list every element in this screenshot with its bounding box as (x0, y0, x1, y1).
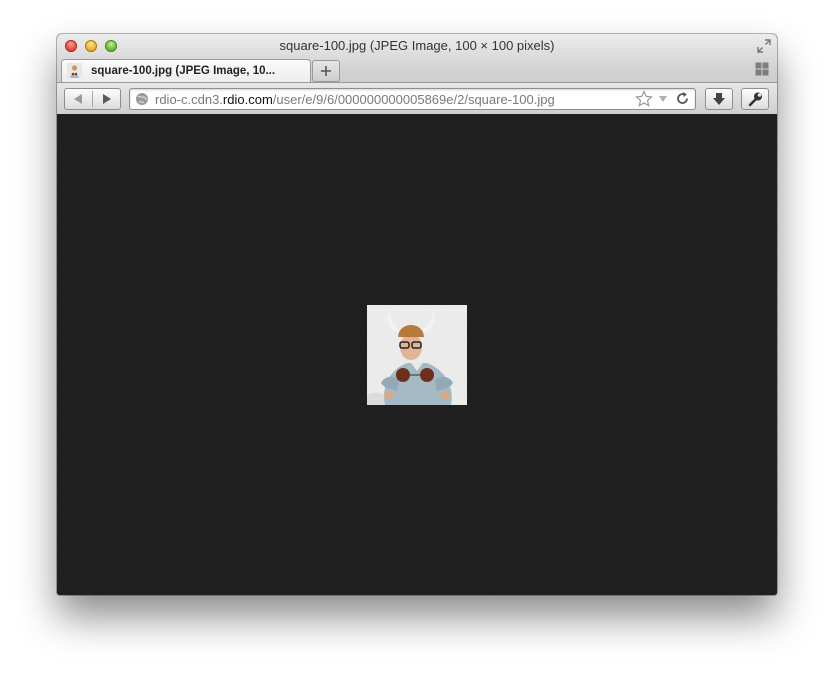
browser-window: square-100.jpg (JPEG Image, 100 × 100 pi… (57, 34, 777, 595)
image-viewport (57, 114, 777, 595)
fullscreen-icon[interactable] (757, 39, 771, 53)
tab-view-icon[interactable] (755, 62, 769, 76)
url-domain: rdio.com (222, 92, 273, 107)
wrench-icon (748, 92, 762, 107)
globe-icon (136, 93, 148, 105)
forward-button[interactable] (93, 89, 120, 109)
browser-chrome: square-100.jpg (JPEG Image, 100 × 100 pi… (57, 34, 777, 114)
address-bar[interactable]: rdio-c.cdn3.rdio.com/user/e/9/6/00000000… (129, 88, 696, 110)
tab-square-100[interactable]: square-100.jpg (JPEG Image, 10... (61, 59, 311, 83)
download-arrow-icon (713, 93, 725, 105)
navigation-toolbar: rdio-c.cdn3.rdio.com/user/e/9/6/00000000… (57, 82, 777, 114)
displayed-image (367, 305, 467, 405)
url-text[interactable]: rdio-c.cdn3.rdio.com/user/e/9/6/00000000… (155, 92, 555, 107)
new-tab-button[interactable] (312, 60, 340, 82)
tab-label: square-100.jpg (JPEG Image, 10... (91, 65, 276, 77)
back-button[interactable] (65, 89, 92, 109)
plus-icon (321, 66, 331, 76)
image-thumbnail-icon (67, 63, 82, 78)
history-dropdown-icon[interactable] (658, 94, 668, 104)
tab-bar: square-100.jpg (JPEG Image, 10... (57, 58, 777, 83)
url-prefix: rdio-c.cdn3. (155, 92, 223, 107)
forward-arrow-icon (103, 94, 111, 104)
url-path: /user/e/9/6/000000000005869e/2/square-10… (272, 92, 555, 107)
back-arrow-icon (74, 94, 82, 104)
reload-icon[interactable] (675, 91, 690, 106)
back-forward-group (64, 88, 121, 110)
bookmark-star-icon[interactable] (635, 90, 653, 108)
downloads-button[interactable] (705, 88, 733, 110)
window-title: square-100.jpg (JPEG Image, 100 × 100 pi… (279, 38, 555, 53)
settings-button[interactable] (741, 88, 769, 110)
